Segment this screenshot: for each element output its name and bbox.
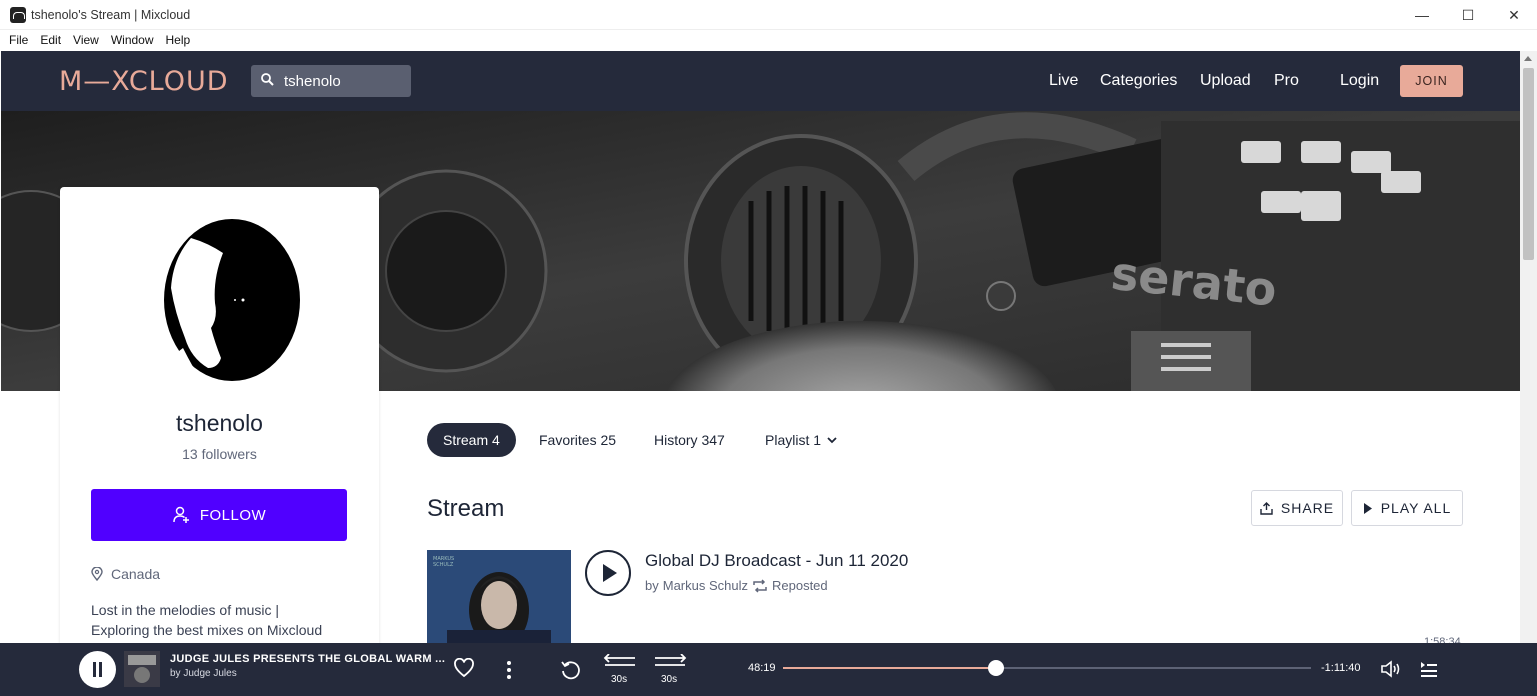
volume-icon[interactable] [1380,660,1402,678]
mix-artist-link[interactable]: Markus Schulz [663,578,748,593]
nav-login[interactable]: Login [1340,72,1379,90]
follow-button[interactable]: FOLLOW [91,489,347,541]
location-label: Canada [111,566,161,582]
audio-player-bar: JUDGE JULES PRESENTS THE GLOBAL WARM ...… [0,643,1537,696]
close-button[interactable]: ✕ [1491,0,1537,30]
tab-favorites[interactable]: Favorites 25 [539,423,616,457]
reposted-label: Reposted [771,578,828,593]
seek-handle[interactable] [988,660,1004,676]
followers-count[interactable]: 13 followers [60,446,379,462]
now-playing-artist[interactable]: by Judge Jules [170,668,237,679]
play-icon [1363,502,1372,514]
top-nav: M—XCLOUD Live Categories Upload Pro Logi… [1,51,1520,111]
tab-stream[interactable]: Stream 4 [427,423,516,457]
by-prefix: by [645,578,659,593]
share-icon [1260,501,1273,515]
scrollbar-thumb[interactable] [1523,68,1534,260]
bio-line-2: Exploring the best mixes on Mixcloud [91,622,323,638]
tab-playlist-label: Playlist 1 [765,432,822,448]
elapsed-time: 48:19 [748,662,776,674]
remaining-time: -1:11:40 [1321,662,1361,674]
svg-text:SCHULZ: SCHULZ [433,562,454,568]
menu-edit[interactable]: Edit [34,30,67,51]
nav-live[interactable]: Live [1049,72,1078,90]
maximize-button[interactable]: ☐ [1445,0,1491,30]
replay-icon[interactable] [560,659,582,681]
now-playing-title[interactable]: JUDGE JULES PRESENTS THE GLOBAL WARM ... [170,653,445,665]
tab-history[interactable]: History 347 [654,423,725,457]
menu-help[interactable]: Help [160,30,197,51]
scroll-up-arrow[interactable] [1524,56,1532,61]
mixcloud-app-icon [10,7,26,23]
stream-heading: Stream [427,495,505,522]
menu-file[interactable]: File [3,30,34,51]
profile-location: Canada [91,566,160,582]
search-icon [261,73,274,86]
skip-forward-icon[interactable] [654,654,688,668]
play-all-label: PLAY ALL [1380,500,1452,516]
heart-icon[interactable] [453,658,475,678]
add-user-icon [173,506,189,523]
seek-progress [783,667,996,669]
mix-duration: 1:58:34 [1424,636,1461,643]
window-title: tshenolo's Stream | Mixcloud [31,8,191,22]
join-button[interactable]: JOIN [1400,65,1463,97]
skip-back-icon[interactable] [602,654,636,668]
mix-byline: by Markus Schulz Reposted [645,578,828,593]
queue-icon[interactable] [1420,660,1438,678]
profile-bio: Lost in the melodies of music | Explorin… [91,600,351,640]
now-playing-artwork[interactable] [124,651,160,687]
mix-play-button[interactable] [585,550,631,596]
repost-icon [753,578,767,593]
bio-line-1: Lost in the melodies of music | [91,602,280,618]
menu-bar: File Edit View Window Help [0,30,1537,51]
skip-forward-label: 30s [661,674,678,685]
profile-avatar [163,219,300,383]
location-pin-icon [91,567,103,581]
menu-view[interactable]: View [67,30,105,51]
minimize-button[interactable]: — [1399,0,1445,30]
tab-playlist[interactable]: Playlist 1 [765,423,837,457]
share-label: SHARE [1280,500,1335,516]
search-input[interactable] [284,70,404,92]
search-box[interactable] [251,65,411,97]
window-titlebar: tshenolo's Stream | Mixcloud — ☐ ✕ [0,0,1537,30]
menu-window[interactable]: Window [105,30,160,51]
mix-cover-art[interactable]: MARKUS SCHULZ [427,550,571,643]
mixcloud-logo[interactable]: M—XCLOUD [59,66,229,97]
skip-back-label: 30s [611,674,628,685]
nav-pro[interactable]: Pro [1274,72,1299,90]
more-options-icon[interactable] [506,660,512,680]
pause-button[interactable] [79,651,116,688]
follow-label: FOLLOW [199,506,267,524]
nav-upload[interactable]: Upload [1200,72,1251,90]
profile-card: tshenolo 13 followers FOLLOW Canada Lost… [60,187,379,657]
chevron-down-icon [827,437,837,444]
play-all-button[interactable]: PLAY ALL [1351,490,1463,526]
profile-username: tshenolo [176,410,263,436]
nav-categories[interactable]: Categories [1100,72,1177,90]
mix-title[interactable]: Global DJ Broadcast - Jun 11 2020 [645,551,908,571]
share-button[interactable]: SHARE [1251,490,1343,526]
